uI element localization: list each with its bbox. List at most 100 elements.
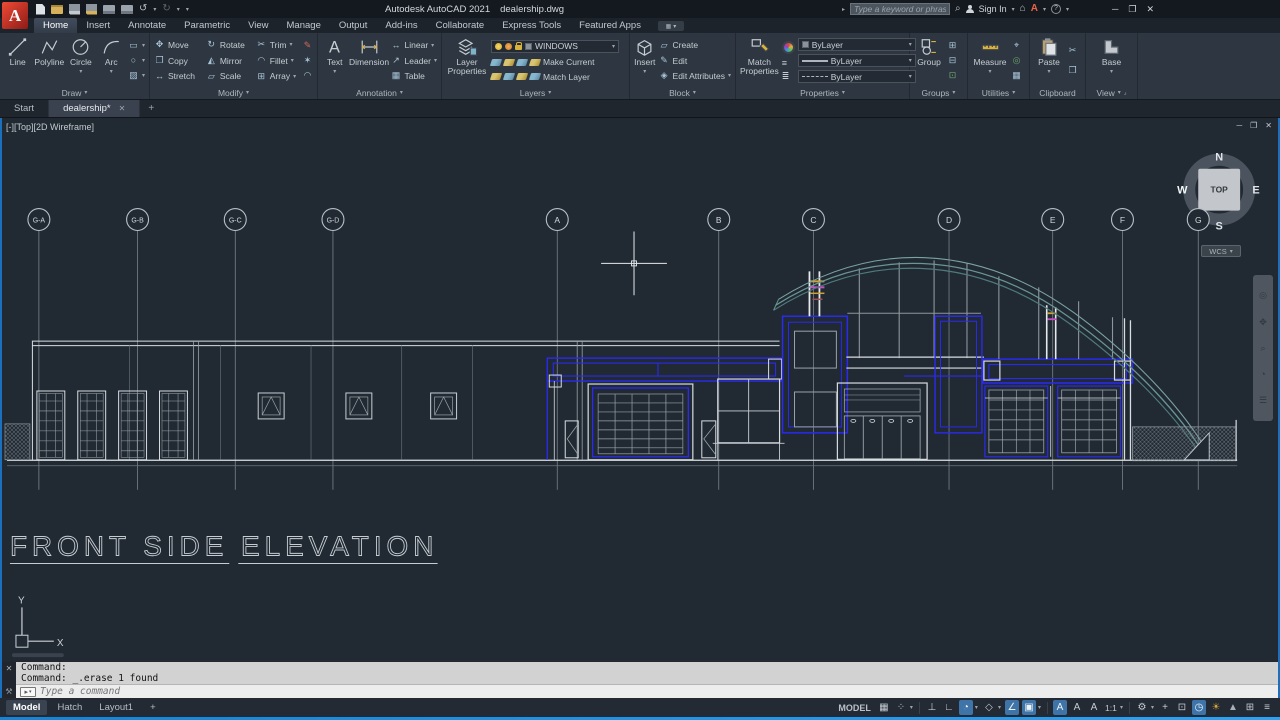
undo-icon[interactable]: ↺ <box>139 4 147 14</box>
nav-menu-icon[interactable]: ☰ <box>1259 395 1267 406</box>
viewport-minimize-icon[interactable]: ─ <box>1236 121 1242 130</box>
minimize-button[interactable]: ─ <box>1112 4 1118 14</box>
pan-icon[interactable]: ✥ <box>1259 317 1267 328</box>
arc-button[interactable]: Arc ▾ <box>98 35 125 86</box>
viewcube-top-face[interactable]: TOP <box>1211 185 1229 195</box>
orbit-icon[interactable]: ◔ <box>1260 369 1265 379</box>
new-file-icon[interactable] <box>36 4 45 15</box>
print-icon[interactable] <box>121 5 133 14</box>
autoscale-toggle[interactable]: A <box>1070 700 1084 715</box>
polar-tracking-toggle[interactable]: ◔ <box>959 700 973 715</box>
plot-icon[interactable] <box>103 5 115 14</box>
help-icon[interactable]: ? <box>1051 4 1061 14</box>
circle-button[interactable]: Circle ▾ <box>67 35 94 86</box>
navigation-bar[interactable]: ◎ ✥ ⌕ ◔ ☰ <box>1253 275 1273 421</box>
help-dropdown-icon[interactable]: ▾ <box>1066 6 1069 13</box>
layer-color-swatch[interactable] <box>525 43 532 50</box>
stretch-button[interactable]: ↔Stretch <box>154 71 198 81</box>
paste-button[interactable]: Paste ▾ <box>1034 35 1064 86</box>
restore-button[interactable]: ❐ <box>1128 4 1136 15</box>
panel-label-modify[interactable]: Modify▾ <box>150 86 317 99</box>
ribbon-state-button[interactable]: ▦▾ <box>658 21 684 31</box>
layer-combo-dropdown-icon[interactable]: ▾ <box>612 43 615 50</box>
save-icon[interactable] <box>69 4 80 15</box>
panel-label-block[interactable]: Block▾ <box>630 86 735 99</box>
tab-annotate[interactable]: Annotate <box>119 18 175 33</box>
new-drawing-tab-button[interactable]: + <box>140 100 162 117</box>
qat-customize-icon[interactable]: ▾ <box>186 6 189 13</box>
polyline-button[interactable]: Polyline <box>34 35 64 86</box>
model-space-toggle[interactable]: MODEL <box>838 703 871 713</box>
layout-tab-hatch[interactable]: Hatch <box>50 700 89 715</box>
workspace-dropdown-icon[interactable]: ▾ <box>1151 704 1154 711</box>
tab-parametric[interactable]: Parametric <box>175 18 239 33</box>
annotation-scale-toggle[interactable]: A <box>1087 700 1101 715</box>
canvas-scrollbar[interactable] <box>12 653 64 657</box>
viewport-close-icon[interactable]: ✕ <box>1265 121 1272 130</box>
quick-select-button[interactable]: ⌖ <box>1011 41 1022 50</box>
nav-wheel-icon[interactable]: ◎ <box>1259 290 1267 301</box>
drawing-canvas[interactable]: TOP N S W E <box>0 118 1280 662</box>
tab-addins[interactable]: Add-ins <box>376 18 426 33</box>
open-file-icon[interactable] <box>51 5 63 14</box>
app-store-cart-icon[interactable]: ⌂ <box>1020 4 1026 14</box>
fullscreen-toggle[interactable]: ⊞ <box>1243 700 1257 715</box>
text-button[interactable]: A Text ▾ <box>322 35 348 86</box>
panel-label-properties[interactable]: Properties▾ <box>736 86 909 99</box>
command-close-icon[interactable]: ✕ <box>6 664 13 673</box>
dimension-button[interactable]: Dimension <box>351 35 388 86</box>
tab-express-tools[interactable]: Express Tools <box>493 18 570 33</box>
file-tab-close-icon[interactable]: ✕ <box>119 104 126 113</box>
copy-button[interactable]: ❐Copy <box>154 56 198 66</box>
autocad-logo-icon[interactable]: A <box>2 2 28 29</box>
snap-mode-toggle[interactable]: ⁘ <box>894 700 908 715</box>
scale-button[interactable]: ▱Scale <box>206 71 248 81</box>
graphics-performance[interactable]: ◷ <box>1192 700 1206 715</box>
trim-button[interactable]: ✂Trim▾ <box>256 40 299 50</box>
panel-label-draw[interactable]: Draw▾ <box>0 86 149 99</box>
tab-collaborate[interactable]: Collaborate <box>427 18 494 33</box>
group-select-button[interactable]: ⊡ <box>947 71 958 80</box>
object-color-dropdown[interactable]: ByLayer▾ <box>798 38 916 51</box>
viewcube-north[interactable]: N <box>1215 152 1223 164</box>
group-edit-button[interactable]: ⊟ <box>947 56 958 65</box>
edit-block-button[interactable]: ✎Edit <box>659 56 731 66</box>
new-layout-button[interactable]: + <box>143 700 163 715</box>
workspace-switching[interactable]: ⚙ <box>1135 700 1149 715</box>
layer-on-icon[interactable] <box>495 43 502 50</box>
ellipse-flyout[interactable]: ○▾ <box>128 56 145 65</box>
customization-menu[interactable]: ≡ <box>1260 700 1274 715</box>
id-point-button[interactable]: ◎ <box>1011 56 1022 65</box>
close-button[interactable]: ✕ <box>1146 4 1154 15</box>
match-properties-button[interactable]: Match Properties <box>740 35 779 86</box>
hatch-flyout[interactable]: ▨▾ <box>128 71 145 80</box>
zoom-icon[interactable]: ⌕ <box>1260 343 1265 354</box>
panel-label-clipboard[interactable]: Clipboard <box>1030 86 1085 99</box>
panel-label-utilities[interactable]: Utilities▾ <box>968 86 1029 99</box>
linear-button[interactable]: ↔Linear▾ <box>391 40 437 50</box>
panel-label-layers[interactable]: Layers▾ <box>442 86 629 99</box>
measure-button[interactable]: Measure ▾ <box>972 35 1008 86</box>
tab-insert[interactable]: Insert <box>77 18 119 33</box>
infer-constraints-toggle[interactable]: ⊥ <box>925 700 939 715</box>
offset-button[interactable]: ◠ <box>302 71 313 80</box>
file-tab-dealership[interactable]: dealership* ✕ <box>49 100 140 117</box>
wcs-dropdown[interactable]: WCS▾ <box>1201 245 1241 257</box>
osnap-dropdown-icon[interactable]: ▾ <box>1038 704 1041 711</box>
annotation-visibility-toggle[interactable]: A <box>1053 700 1067 715</box>
viewcube-south[interactable]: S <box>1216 221 1223 233</box>
isodraft-dropdown-icon[interactable]: ▾ <box>998 704 1001 711</box>
redo-dropdown-icon[interactable]: ▾ <box>177 6 180 13</box>
move-button[interactable]: ✥Move <box>154 40 198 50</box>
ortho-toggle[interactable]: ∟ <box>942 700 956 715</box>
osnap-toggle[interactable]: ▣ <box>1022 700 1036 715</box>
signin-dropdown-icon[interactable]: ▾ <box>1012 6 1015 13</box>
viewcube-west[interactable]: W <box>1177 185 1188 197</box>
a-dropdown-icon[interactable]: ▾ <box>1043 6 1046 13</box>
lineweight-dropdown[interactable]: ByLayer▾ <box>798 54 916 67</box>
scale-dropdown-icon[interactable]: ▾ <box>1120 704 1123 711</box>
search-icon[interactable]: ⌕ <box>955 4 961 14</box>
isodraft-toggle[interactable]: ◇ <box>982 700 996 715</box>
autodesk-a-icon[interactable]: A <box>1031 4 1038 14</box>
hardware-acceleration[interactable]: ☀ <box>1209 700 1223 715</box>
